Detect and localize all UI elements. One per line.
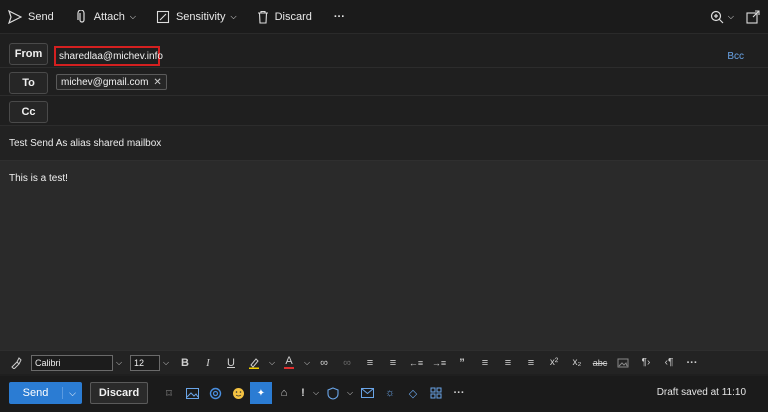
recipient-chip[interactable]: michev@gmail.com ✕ (56, 74, 167, 90)
italic-icon[interactable]: I (198, 353, 218, 373)
chevron-down-icon[interactable]: ⌵ (267, 353, 277, 373)
chevron-down-icon[interactable]: ⌵ (160, 353, 172, 373)
increase-indent-icon[interactable]: →≡ (429, 353, 449, 373)
align-left-icon[interactable]: ≡ (475, 353, 495, 373)
subject-text: Test Send As alias shared mailbox (9, 137, 162, 149)
subscript-icon[interactable]: x₂ (567, 353, 587, 373)
more-format-icon[interactable]: ··· (682, 353, 702, 373)
discard-button[interactable]: Discard (90, 382, 148, 404)
body-text: This is a test! (9, 173, 68, 184)
send-label: Send (28, 10, 54, 23)
envelope-icon[interactable] (356, 382, 378, 404)
importance-icon[interactable]: ! (296, 382, 310, 404)
from-button[interactable]: From (9, 43, 48, 65)
more-icon: ··· (333, 10, 345, 23)
viva-icon[interactable]: ✦ (250, 382, 272, 404)
send-button-top[interactable]: Send (0, 0, 62, 34)
send-button[interactable]: Send (9, 387, 63, 399)
unlink-icon[interactable]: ∞ (337, 353, 357, 373)
apps-icon[interactable] (425, 382, 447, 404)
font-color-icon[interactable]: A (279, 353, 299, 373)
attach-label: Attach (93, 10, 125, 23)
sensitivity-label: Sensitivity (175, 10, 226, 23)
cc-row: Cc (0, 97, 768, 126)
cc-button[interactable]: Cc (9, 101, 48, 123)
emoji-icon[interactable] (227, 382, 249, 404)
to-row: To michev@gmail.com ✕ (0, 69, 768, 96)
decrease-indent-icon[interactable]: ←≡ (406, 353, 426, 373)
more-icon[interactable]: ··· (448, 382, 470, 404)
pop-out-icon[interactable] (746, 10, 760, 24)
numbered-list-icon[interactable]: ≡ (383, 353, 403, 373)
underline-icon[interactable]: U (221, 353, 241, 373)
bullet-list-icon[interactable]: ≡ (360, 353, 380, 373)
paperclip-icon (77, 9, 85, 23)
chevron-down-icon[interactable]: ⌵ (345, 382, 355, 404)
paperclip-icon[interactable]: ⌑ (158, 382, 180, 404)
strikethrough-icon[interactable]: abc (590, 353, 610, 373)
align-center-icon[interactable]: ≡ (498, 353, 518, 373)
ltr-icon[interactable]: ¶› (636, 353, 656, 373)
bold-icon[interactable]: B (175, 353, 195, 373)
recipient-email: michev@gmail.com (61, 76, 149, 88)
bottom-bar: Send ⌵ Discard ⌑ ✦ ⌂ ! ⌵ ⌵ ☼ ◇ ··· Draft… (0, 376, 768, 412)
send-split-button[interactable]: Send ⌵ (9, 382, 82, 404)
more-options-button[interactable]: ··· (326, 0, 353, 34)
close-icon[interactable]: ✕ (153, 77, 161, 88)
message-body[interactable]: This is a test! (0, 161, 768, 350)
chevron-down-icon: ⌵ (727, 12, 734, 21)
from-address[interactable]: sharedlaa@michev.info (54, 46, 163, 66)
discard-button-top[interactable]: Discard (249, 0, 320, 34)
rtl-icon[interactable]: ‹¶ (659, 353, 679, 373)
font-size-input[interactable]: 12 (130, 354, 160, 371)
zoom-icon (710, 10, 724, 24)
formatting-toolbar: Calibri ⌵ 12 ⌵ B I U ⌵ A ⌵ ∞ ∞ ≡ ≡ ←≡ →≡… (0, 350, 768, 374)
discard-label: Discard (274, 10, 312, 23)
insert-icons: ⌑ ✦ ⌂ ! ⌵ ⌵ ☼ ◇ ··· (158, 382, 471, 404)
sun-icon[interactable]: ☼ (379, 382, 401, 404)
attach-button[interactable]: Attach ⌵ (68, 0, 144, 34)
chevron-down-icon[interactable]: ⌵ (63, 388, 82, 399)
tag-icon[interactable]: ◇ (402, 382, 424, 404)
compose-toolbar: Send Attach ⌵ Sensitivity ⌵ Discard ··· … (0, 0, 768, 34)
quote-icon[interactable]: ” (452, 353, 472, 373)
cap-icon[interactable]: ⌂ (273, 382, 295, 404)
superscript-icon[interactable]: x² (544, 353, 564, 373)
trash-icon (257, 10, 268, 24)
format-painter-icon[interactable] (6, 353, 26, 373)
draft-status: Draft saved at 11:10 (656, 387, 746, 398)
link-icon[interactable]: ∞ (314, 353, 334, 373)
loop-icon[interactable] (204, 382, 226, 404)
align-right-icon[interactable]: ≡ (521, 353, 541, 373)
insert-image-icon[interactable] (613, 353, 633, 373)
send-icon (8, 9, 22, 24)
zoom-button[interactable]: ⌵ (710, 10, 734, 24)
chevron-down-icon[interactable]: ⌵ (302, 353, 312, 373)
chevron-down-icon: ⌵ (129, 11, 136, 21)
picture-icon[interactable] (181, 382, 203, 404)
chevron-down-icon: ⌵ (230, 11, 237, 21)
from-row: From sharedlaa@michev.info Bcc (0, 40, 768, 68)
bcc-link[interactable]: Bcc (727, 51, 744, 62)
to-button[interactable]: To (9, 72, 48, 94)
highlight-icon[interactable] (244, 353, 264, 373)
chevron-down-icon[interactable]: ⌵ (311, 382, 321, 404)
sensitivity-shield-icon[interactable] (322, 382, 344, 404)
font-name-input[interactable]: Calibri (31, 354, 113, 371)
subject-field[interactable]: Test Send As alias shared mailbox (0, 126, 768, 161)
sensitivity-icon (156, 10, 170, 23)
sensitivity-button[interactable]: Sensitivity ⌵ (148, 0, 245, 34)
chevron-down-icon[interactable]: ⌵ (113, 353, 125, 373)
